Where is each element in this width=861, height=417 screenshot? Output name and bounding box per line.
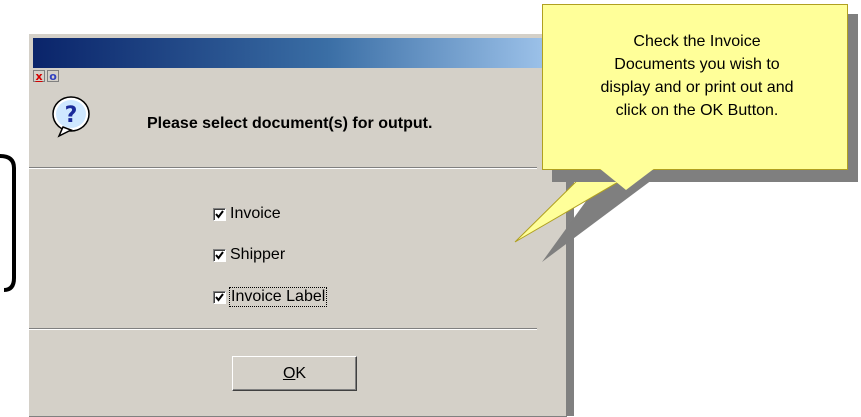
close-icon[interactable]: x bbox=[33, 70, 45, 83]
option-shipper[interactable]: Shipper bbox=[213, 245, 285, 265]
option-invoice[interactable]: Invoice bbox=[213, 204, 281, 224]
minimize-icon[interactable]: o bbox=[47, 70, 59, 83]
background-bracket-fragment bbox=[0, 154, 16, 292]
callout-text: Check the Invoice Documents you wish to … bbox=[600, 33, 794, 119]
option-invoice-label[interactable]: Invoice Label bbox=[213, 287, 328, 307]
checkbox-invoice[interactable] bbox=[213, 207, 226, 221]
prompt-text: Please select document(s) for output. bbox=[147, 115, 433, 132]
svg-text:?: ? bbox=[65, 103, 78, 128]
ok-button[interactable]: OK bbox=[232, 356, 357, 391]
ok-button-label-rest: K bbox=[295, 364, 307, 382]
checkbox-shipper[interactable] bbox=[213, 248, 226, 262]
checkbox-invoice-label[interactable] bbox=[213, 290, 226, 304]
checkbox-label-invoice-label[interactable]: Invoice Label bbox=[228, 287, 328, 307]
question-icon: ? bbox=[52, 96, 90, 138]
separator-top bbox=[29, 167, 537, 169]
document-output-dialog: x o ? Please select document(s) for outp… bbox=[28, 33, 567, 417]
separator-bottom bbox=[29, 328, 537, 330]
dialog-titlebar[interactable] bbox=[33, 38, 567, 68]
ok-button-mnemonic: O bbox=[282, 364, 296, 382]
window-controls: x o bbox=[33, 70, 59, 84]
checkbox-label-shipper[interactable]: Shipper bbox=[230, 246, 285, 264]
checkbox-label-invoice[interactable]: Invoice bbox=[230, 205, 281, 223]
